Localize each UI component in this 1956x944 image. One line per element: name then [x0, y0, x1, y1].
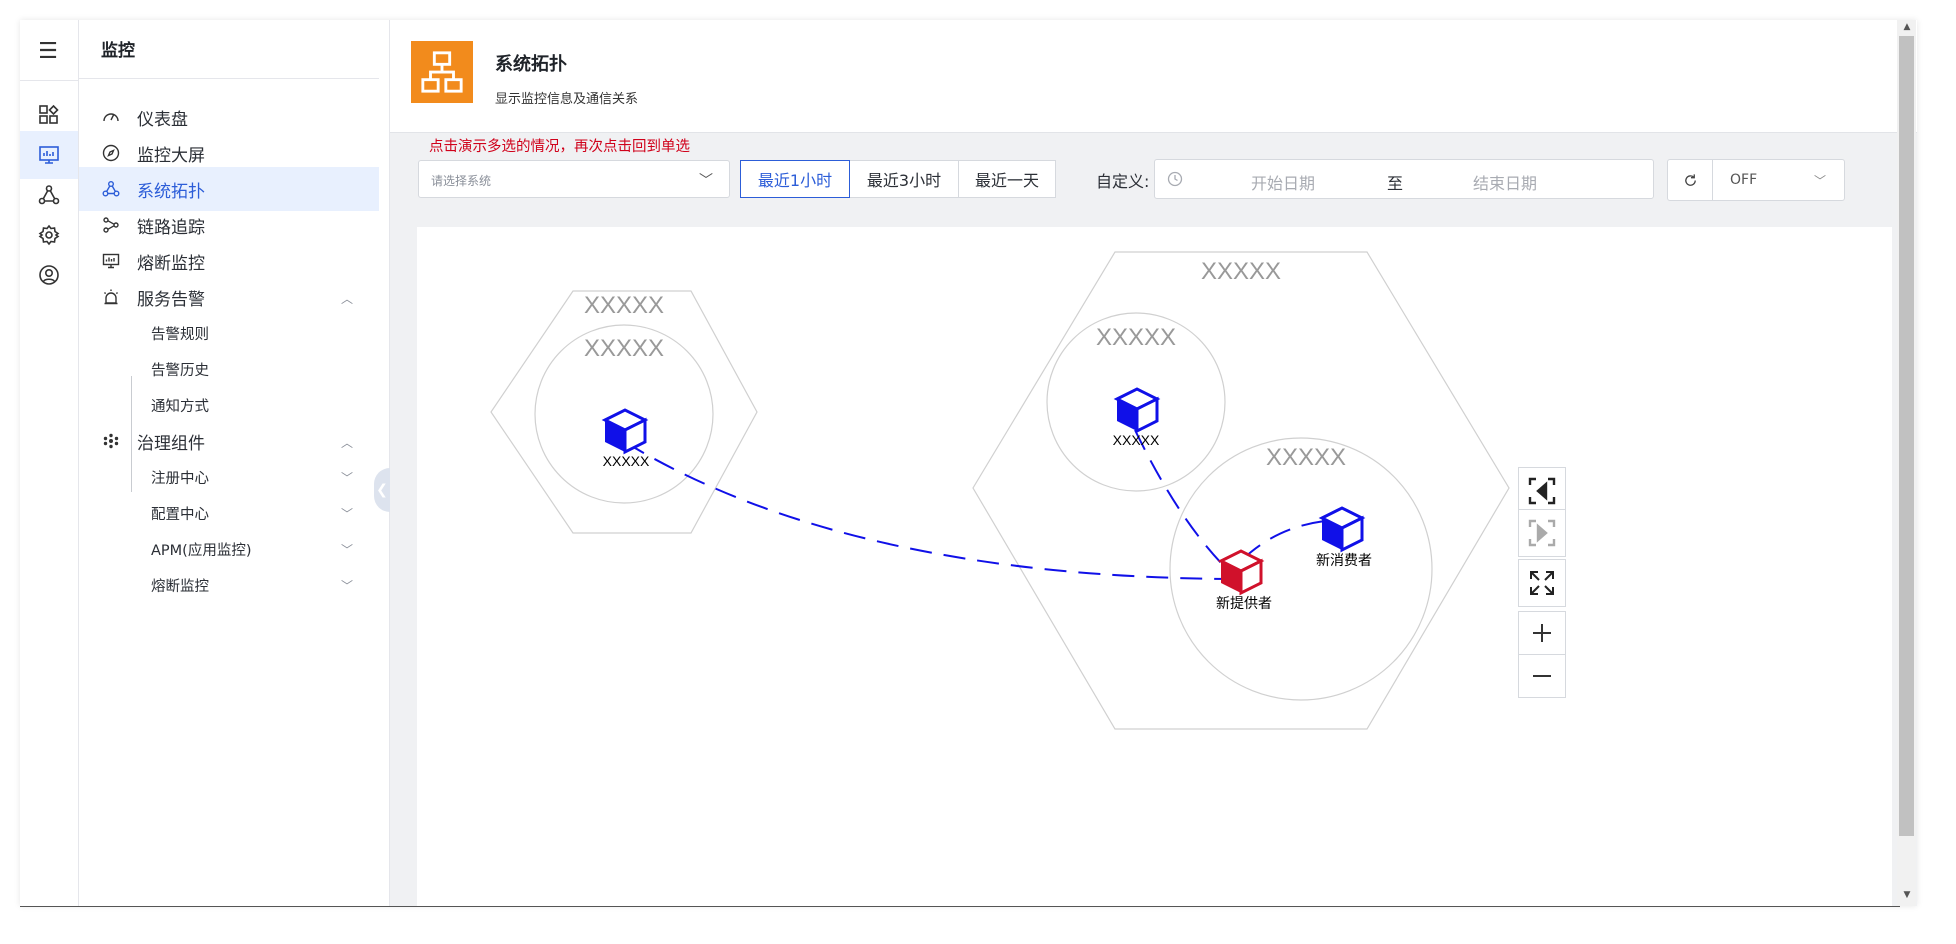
menu-divider — [79, 78, 379, 79]
zoom-in-button[interactable] — [1518, 611, 1566, 655]
refresh-interval-select[interactable]: OFF — [1730, 172, 1757, 188]
scroll-up-arrow-icon[interactable]: ▲ — [1900, 22, 1914, 32]
fit-view-button[interactable] — [1518, 559, 1566, 607]
page-header: 系统拓扑 显示监控信息及通信关系 — [390, 20, 1917, 133]
monitor-screen-icon — [101, 251, 121, 271]
scrollbar-thumb[interactable] — [1899, 36, 1914, 836]
clock-icon — [1167, 171, 1183, 187]
dashboard-gauge-icon — [101, 107, 121, 127]
page-subtitle: 显示监控信息及通信关系 — [495, 92, 639, 107]
provider-node-label: 新提供者 — [1216, 595, 1272, 611]
rail-user-icon[interactable] — [20, 251, 78, 299]
system-select[interactable]: 请选择系统 ﹀ — [418, 160, 730, 198]
sidebar-item-label: 监控大屏 — [137, 145, 205, 166]
end-date-input[interactable]: 结束日期 — [1473, 170, 1537, 194]
date-range-picker[interactable]: 开始日期 至 结束日期 — [1154, 159, 1654, 199]
app-window: ☰ 监控 仪表盘 监控大屏 系统拓扑 链路追踪 熔断监控 服务告警 ︿ 告警规则… — [20, 20, 1917, 906]
topology-canvas[interactable]: XXXXX XXXXX XXXXX XXXXX XXXXX XXXXX XXXX… — [417, 227, 1892, 906]
sidebar-subitem-label: 告警规则 — [151, 326, 209, 343]
custom-range-label: 自定义: — [1096, 172, 1150, 191]
sidebar-item-label: 服务告警 — [137, 289, 205, 310]
trace-link-icon — [101, 215, 121, 235]
topology-app-icon — [411, 41, 473, 103]
chevron-down-icon: ﹀ — [340, 579, 353, 593]
sidebar-item-label: 系统拓扑 — [137, 181, 205, 202]
date-range-separator: 至 — [1387, 174, 1404, 193]
chevron-down-icon: ﹀ — [340, 543, 353, 557]
horizontal-divider — [20, 906, 1900, 907]
right-upper-service-node[interactable] — [1113, 387, 1161, 434]
sidebar-item-label: 治理组件 — [137, 433, 205, 454]
scroll-down-arrow-icon[interactable]: ▼ — [1900, 890, 1914, 900]
right-hexagon-group[interactable] — [972, 251, 1510, 730]
chevron-down-icon: ﹀ — [340, 471, 353, 485]
sidebar-collapse-handle[interactable]: ❮ — [374, 468, 390, 512]
edge-left-to-provider[interactable] — [624, 441, 1234, 580]
sidebar-subitem-label: APM(应用监控) — [151, 542, 252, 559]
sidebar-section-title: 监控 — [101, 41, 135, 61]
chevron-down-icon: ﹀ — [340, 507, 353, 521]
sidebar-subitem-label: 配置中心 — [151, 506, 209, 523]
provider-node[interactable] — [1217, 549, 1265, 596]
system-select-placeholder: 请选择系统 — [431, 174, 492, 188]
edge-upper-to-provider[interactable] — [1134, 429, 1224, 566]
page-title: 系统拓扑 — [495, 54, 567, 75]
range-3h-button[interactable]: 最近3小时 — [849, 160, 959, 198]
chevron-up-icon: ︿ — [340, 436, 353, 450]
consumer-node[interactable] — [1318, 506, 1366, 553]
consumer-node-label: 新消费者 — [1316, 552, 1372, 568]
sidebar-item-label: 仪表盘 — [137, 109, 188, 130]
multi-select-hint: 点击演示多选的情况，再次点击回到单选 — [429, 139, 690, 155]
left-hexagon-label: XXXXX — [584, 292, 664, 319]
hamburger-menu-icon[interactable]: ☰ — [34, 38, 62, 66]
topology-graph: XXXXX XXXXX XXXXX XXXXX XXXXX XXXXX XXXX… — [490, 251, 1510, 730]
chevron-down-icon: ﹀ — [1813, 174, 1826, 188]
auto-refresh-control: OFF ﹀ — [1667, 159, 1845, 201]
alarm-icon — [101, 287, 121, 307]
expand-icon — [1530, 571, 1554, 595]
step-back-button[interactable] — [1518, 467, 1566, 515]
left-node-label: XXXXX — [603, 453, 650, 469]
sidebar-subitem-label: 注册中心 — [151, 470, 209, 487]
start-date-input[interactable]: 开始日期 — [1251, 170, 1315, 194]
chevron-down-icon: ﹀ — [699, 173, 713, 189]
components-cluster-icon — [101, 431, 121, 451]
right-hexagon-label: XXXXX — [1201, 258, 1281, 285]
edge-provider-to-consumer[interactable] — [1242, 520, 1326, 560]
sidebar-menu: 监控 仪表盘 监控大屏 系统拓扑 链路追踪 熔断监控 服务告警 ︿ 告警规则 告… — [79, 20, 390, 906]
rail-divider — [20, 80, 78, 81]
compass-icon — [101, 143, 121, 163]
step-forward-icon — [1528, 519, 1556, 547]
chevron-up-icon: ︿ — [340, 292, 353, 306]
left-circle-label: XXXXX — [584, 335, 664, 362]
left-service-node[interactable] — [601, 408, 649, 455]
minus-icon — [1533, 675, 1551, 677]
step-back-icon — [1528, 477, 1556, 505]
sidebar-subitem-circuit-breaker[interactable]: 熔断监控 ﹀ — [79, 563, 379, 607]
right-lower-circle-group[interactable] — [1169, 437, 1433, 701]
right-upper-node-label: XXXXX — [1113, 432, 1160, 448]
plus-icon — [1533, 624, 1551, 642]
right-lower-circle-label: XXXXX — [1266, 444, 1346, 471]
refresh-icon — [1684, 173, 1696, 186]
main-content: 系统拓扑 显示监控信息及通信关系 点击演示多选的情况，再次点击回到单选 请选择系… — [390, 20, 1917, 906]
sidebar-subitem-label: 通知方式 — [151, 398, 209, 415]
icon-rail: ☰ — [20, 20, 79, 906]
sidebar-subitem-label: 告警历史 — [151, 362, 209, 379]
time-range-group: 最近1小时 最近3小时 最近一天 — [740, 160, 1056, 198]
right-upper-circle-label: XXXXX — [1096, 324, 1176, 351]
refresh-button[interactable] — [1668, 160, 1713, 200]
sidebar-item-label: 链路追踪 — [137, 217, 205, 238]
range-1d-button[interactable]: 最近一天 — [958, 160, 1056, 198]
sidebar-item-label: 熔断监控 — [137, 253, 205, 274]
range-1h-button[interactable]: 最近1小时 — [740, 160, 850, 198]
step-forward-button[interactable] — [1518, 509, 1566, 557]
sidebar-subitem-label: 熔断监控 — [151, 578, 209, 595]
topology-icon — [101, 179, 121, 199]
zoom-out-button[interactable] — [1518, 654, 1566, 698]
